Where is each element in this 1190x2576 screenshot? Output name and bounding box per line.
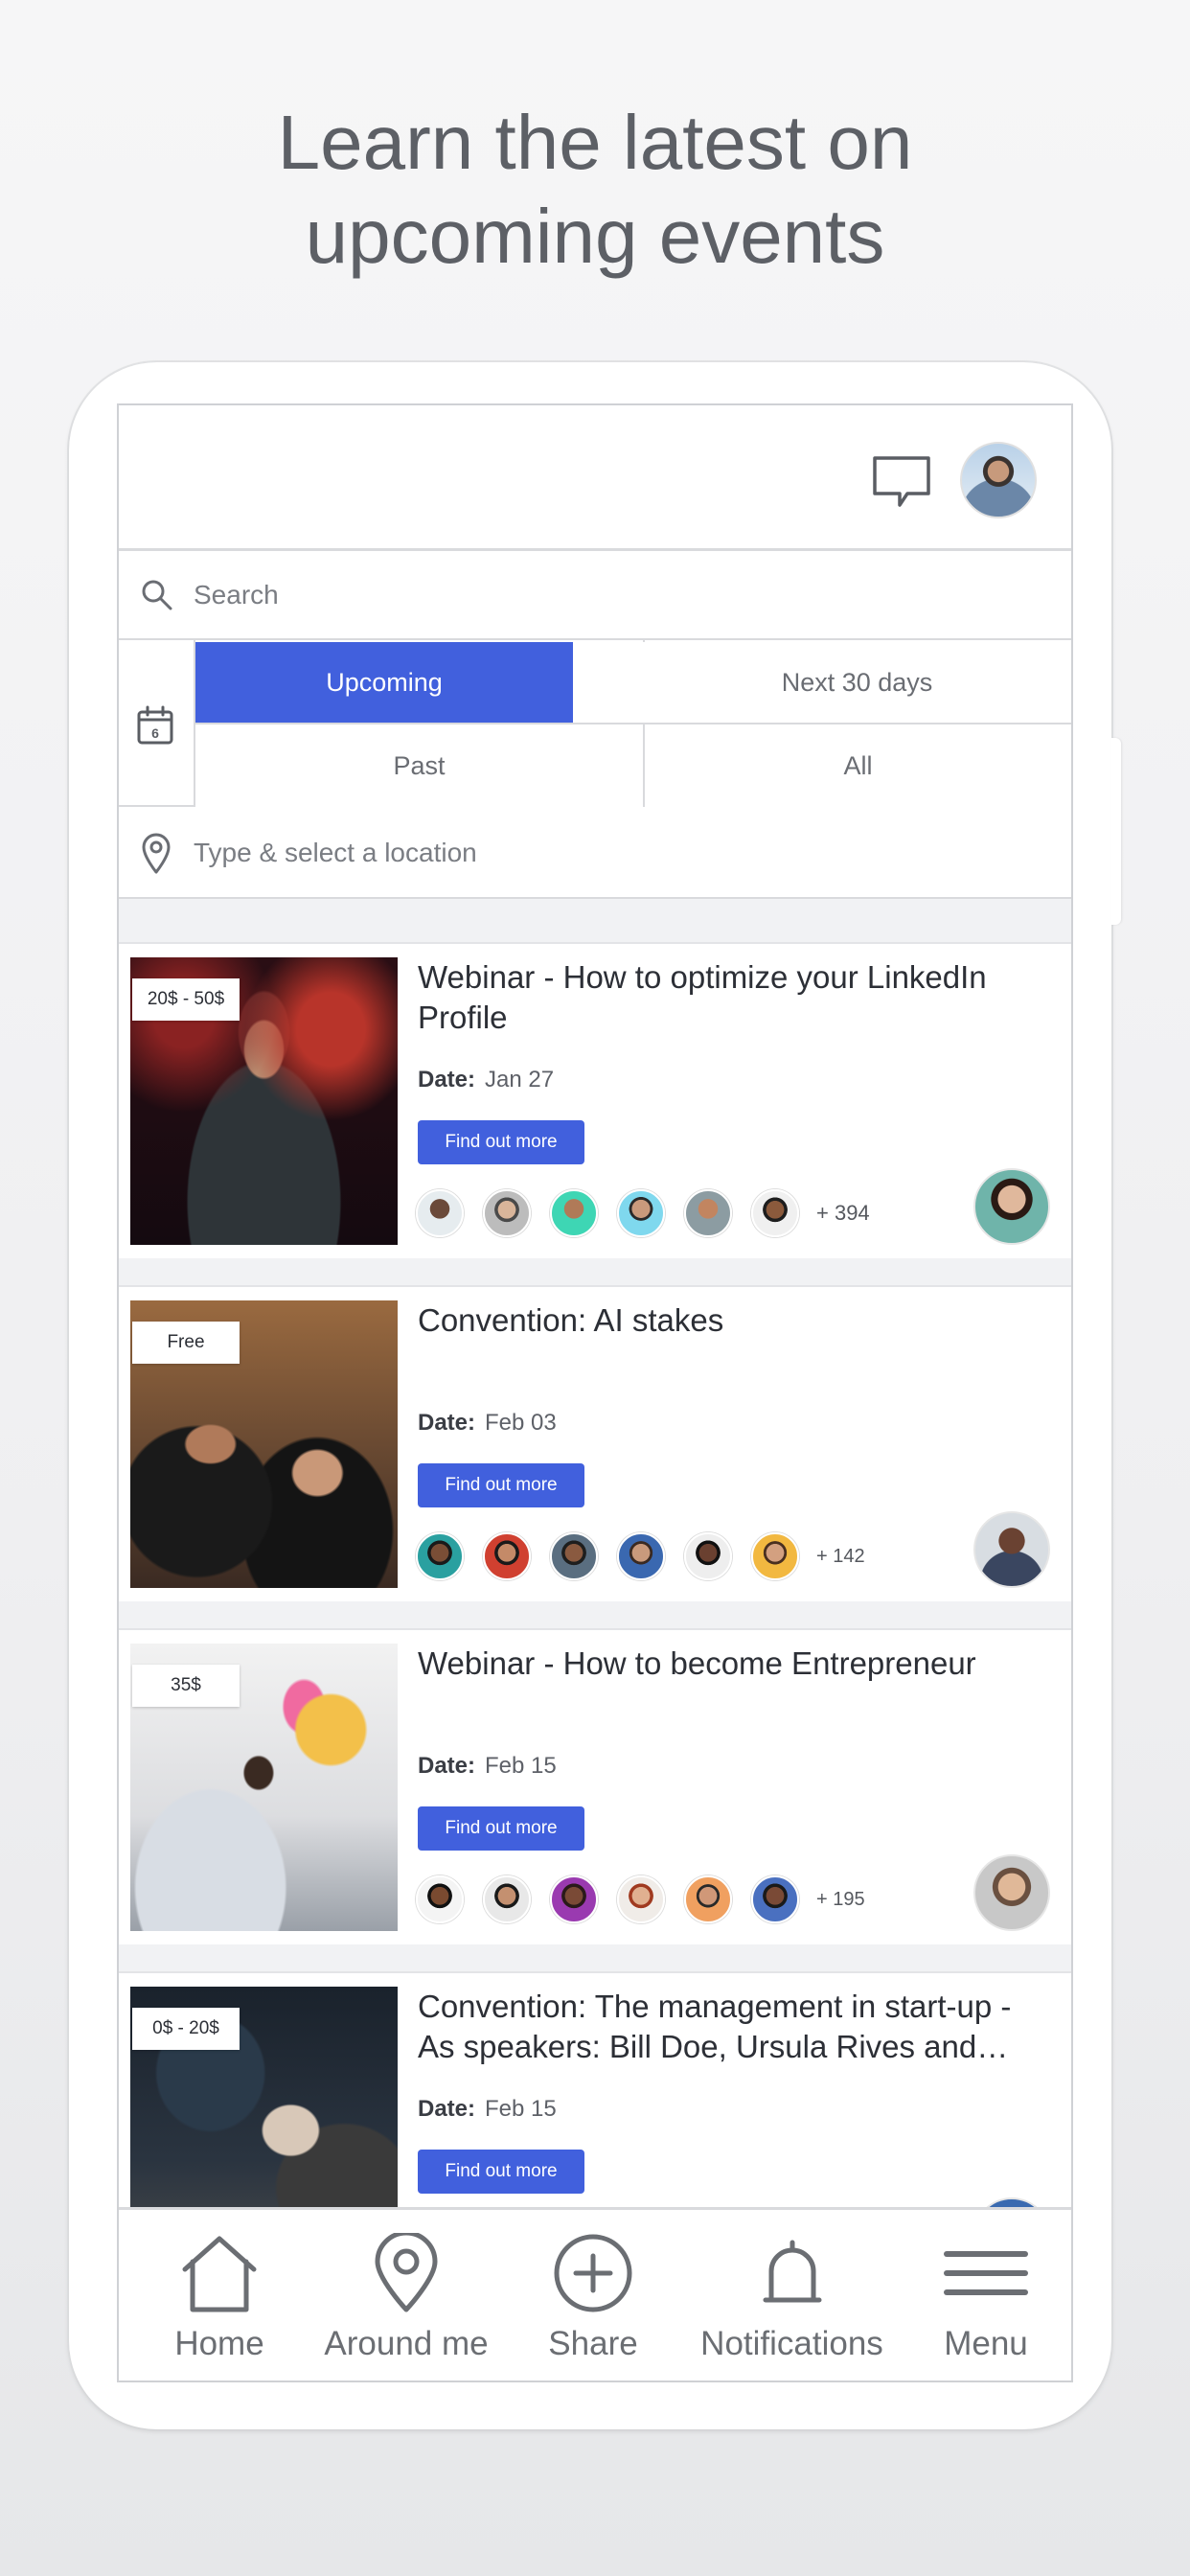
attendee-avatar: [416, 1189, 464, 1237]
filter-all-button[interactable]: All: [645, 724, 1071, 807]
date-value: Feb 15: [485, 1753, 557, 1779]
plus-circle-icon: [554, 2234, 632, 2312]
attendee-avatar: [550, 1532, 598, 1580]
host-avatar[interactable]: [973, 1854, 1050, 1931]
price-badge: Free: [132, 1322, 240, 1364]
attendee-avatar: [751, 1875, 799, 1923]
date-label: Date:: [418, 1410, 476, 1436]
event-card[interactable]: 35$ Webinar - How to become Entrepreneur…: [119, 1628, 1071, 1944]
event-title[interactable]: Webinar - How to optimize your LinkedIn …: [418, 957, 1031, 1038]
filter-next-30-days-button[interactable]: Next 30 days: [643, 642, 1071, 723]
location-input[interactable]: [194, 832, 1037, 874]
event-card[interactable]: Free Convention: AI stakes Date: Feb 03 F…: [119, 1285, 1071, 1601]
event-date: Date: Feb 15: [418, 1753, 557, 1780]
attendee-avatar: [751, 1532, 799, 1580]
attendee-avatar: [617, 1875, 665, 1923]
price-badge: 0$ - 20$: [132, 2008, 240, 2050]
host-avatar[interactable]: [973, 1511, 1050, 1588]
date-label: Date:: [418, 1067, 476, 1092]
search-bar: [119, 551, 1071, 640]
filter-past-button[interactable]: Past: [195, 724, 643, 807]
event-title[interactable]: Convention: AI stakes: [418, 1300, 1031, 1381]
card-separator: [119, 1258, 1071, 1285]
app-screen: 6 Upcoming Next 30 days Past All 20$ - 5…: [117, 403, 1073, 2382]
user-avatar[interactable]: [960, 442, 1037, 518]
tab-notifications-label: Notifications: [700, 2325, 883, 2362]
host-avatar[interactable]: [973, 1168, 1050, 1245]
tab-home-label: Home: [174, 2325, 264, 2362]
attendee-avatars[interactable]: + 394: [416, 1187, 870, 1239]
more-attendees-count: + 195: [816, 1888, 865, 1910]
top-bar: [119, 405, 1071, 551]
card-separator: [119, 1944, 1071, 1971]
attendee-avatar: [550, 1875, 598, 1923]
tab-share-label: Share: [548, 2325, 638, 2362]
card-separator: [119, 1601, 1071, 1628]
find-out-more-button[interactable]: Find out more: [418, 1463, 584, 1507]
tab-around-me-label: Around me: [324, 2325, 489, 2362]
date-value: Jan 27: [485, 1067, 555, 1092]
date-value: Feb 03: [485, 1410, 557, 1436]
attendee-avatar: [684, 1875, 732, 1923]
attendee-avatar: [617, 1532, 665, 1580]
event-title[interactable]: Convention: The management in start-up -…: [418, 1987, 1031, 2067]
headline: Learn the latest on upcoming events: [0, 96, 1190, 284]
headline-line-1: Learn the latest on: [277, 100, 913, 185]
more-attendees-count: + 142: [816, 1545, 865, 1567]
attendee-avatar: [684, 1189, 732, 1237]
attendee-avatar: [416, 1875, 464, 1923]
find-out-more-button[interactable]: Find out more: [418, 1120, 584, 1164]
location-pin-icon: [142, 833, 171, 874]
event-card[interactable]: 20$ - 50$ Webinar - How to optimize your…: [119, 942, 1071, 1258]
bell-icon: [763, 2240, 821, 2303]
attendee-avatars[interactable]: + 195: [416, 1874, 865, 1925]
tab-menu-label: Menu: [944, 2325, 1028, 2362]
date-label: Date:: [418, 2096, 476, 2122]
event-title[interactable]: Webinar - How to become Entrepreneur: [418, 1644, 1031, 1724]
hamburger-menu-icon: [944, 2251, 1028, 2295]
search-icon: [142, 580, 172, 610]
price-badge: 35$: [132, 1665, 240, 1707]
more-attendees-count: + 394: [816, 1201, 870, 1225]
attendee-avatar: [751, 1189, 799, 1237]
find-out-more-button[interactable]: Find out more: [418, 2150, 584, 2194]
location-bar: [119, 807, 1071, 899]
event-date: Date: Feb 03: [418, 1410, 557, 1437]
attendee-avatar: [483, 1532, 531, 1580]
attendee-avatar: [483, 1189, 531, 1237]
location-pin-icon: [375, 2233, 438, 2312]
tab-share[interactable]: Share: [516, 2210, 670, 2380]
attendee-avatar: [483, 1875, 531, 1923]
find-out-more-button[interactable]: Find out more: [418, 1806, 584, 1851]
event-date: Date: Feb 15: [418, 2096, 557, 2123]
chat-bubble-icon[interactable]: [871, 453, 932, 511]
headline-line-2: upcoming events: [305, 194, 885, 279]
tab-notifications[interactable]: Notifications: [684, 2210, 900, 2380]
tab-menu[interactable]: Menu: [914, 2210, 1058, 2380]
date-label: Date:: [418, 1753, 476, 1779]
event-image: Free: [130, 1300, 398, 1588]
phone-side-button: [1111, 738, 1121, 925]
tab-home[interactable]: Home: [148, 2210, 291, 2380]
attendee-avatar: [416, 1532, 464, 1580]
bottom-tab-bar: Home Around me Share Notifications Menu: [119, 2207, 1071, 2380]
date-value: Feb 15: [485, 2096, 557, 2122]
attendee-avatar: [550, 1189, 598, 1237]
event-image: 35$: [130, 1644, 398, 1931]
calendar-icon[interactable]: 6: [136, 705, 174, 746]
event-image: 20$ - 50$: [130, 957, 398, 1245]
search-input[interactable]: [194, 574, 1037, 616]
attendee-avatars[interactable]: + 142: [416, 1530, 865, 1582]
attendee-avatar: [617, 1189, 665, 1237]
date-filters: 6 Upcoming Next 30 days Past All: [119, 640, 1071, 807]
event-date: Date: Jan 27: [418, 1067, 554, 1093]
calendar-day-number: 6: [151, 725, 159, 741]
filter-upcoming-button[interactable]: Upcoming: [195, 642, 573, 723]
attendee-avatar: [684, 1532, 732, 1580]
price-badge: 20$ - 50$: [132, 978, 240, 1021]
tab-around-me[interactable]: Around me: [306, 2210, 507, 2380]
home-icon: [182, 2236, 257, 2312]
